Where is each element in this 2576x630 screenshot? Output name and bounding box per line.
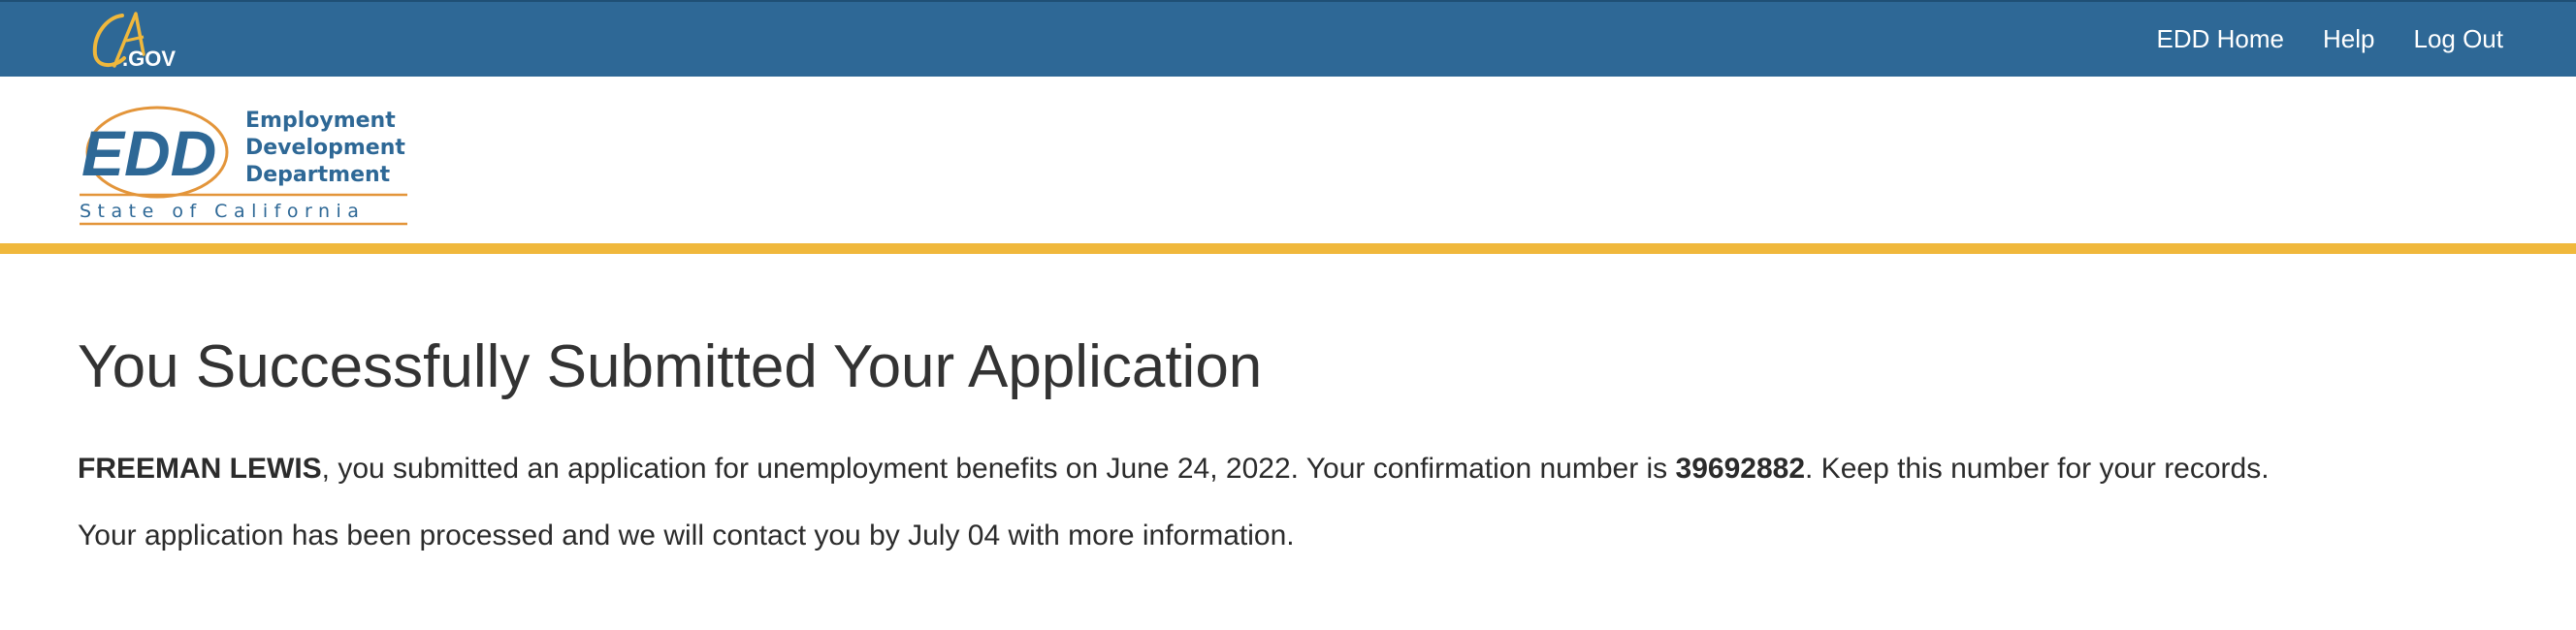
main-content: You Successfully Submitted Your Applicat… xyxy=(78,254,2502,554)
nav-link-edd-home[interactable]: EDD Home xyxy=(2157,24,2284,54)
header-divider xyxy=(0,243,2576,254)
edd-logo-tagline: State of California xyxy=(80,201,365,222)
edd-logo-line1: Employment xyxy=(245,109,396,133)
page-header: EDD Employment Development Department St… xyxy=(0,77,2576,243)
ca-gov-logo-text: .GOV xyxy=(122,47,176,71)
confirmation-number: 39692882 xyxy=(1675,453,1806,486)
page-title: You Successfully Submitted Your Applicat… xyxy=(78,333,1263,400)
applicant-name: FREEMAN LEWIS xyxy=(78,453,322,486)
edd-logo-line3: Department xyxy=(245,163,391,187)
nav-link-help[interactable]: Help xyxy=(2323,24,2374,54)
confirmation-text-end: . Keep this number for your records. xyxy=(1805,453,2270,486)
edd-logo[interactable]: EDD Employment Development Department St… xyxy=(78,106,412,227)
top-navigation-bar: .GOV EDD Home Help Log Out xyxy=(0,0,2576,77)
followup-message: Your application has been processed and … xyxy=(78,520,1295,552)
top-nav-links: EDD Home Help Log Out xyxy=(2157,2,2503,77)
confirmation-message: FREEMAN LEWIS, you submitted an applicat… xyxy=(78,450,2502,488)
confirmation-text: , you submitted an application for unemp… xyxy=(321,453,1676,486)
ca-gov-logo[interactable]: .GOV xyxy=(85,8,192,72)
edd-logo-abbr: EDD xyxy=(81,117,216,189)
nav-link-log-out[interactable]: Log Out xyxy=(2413,24,2503,54)
edd-logo-line2: Development xyxy=(245,136,405,160)
